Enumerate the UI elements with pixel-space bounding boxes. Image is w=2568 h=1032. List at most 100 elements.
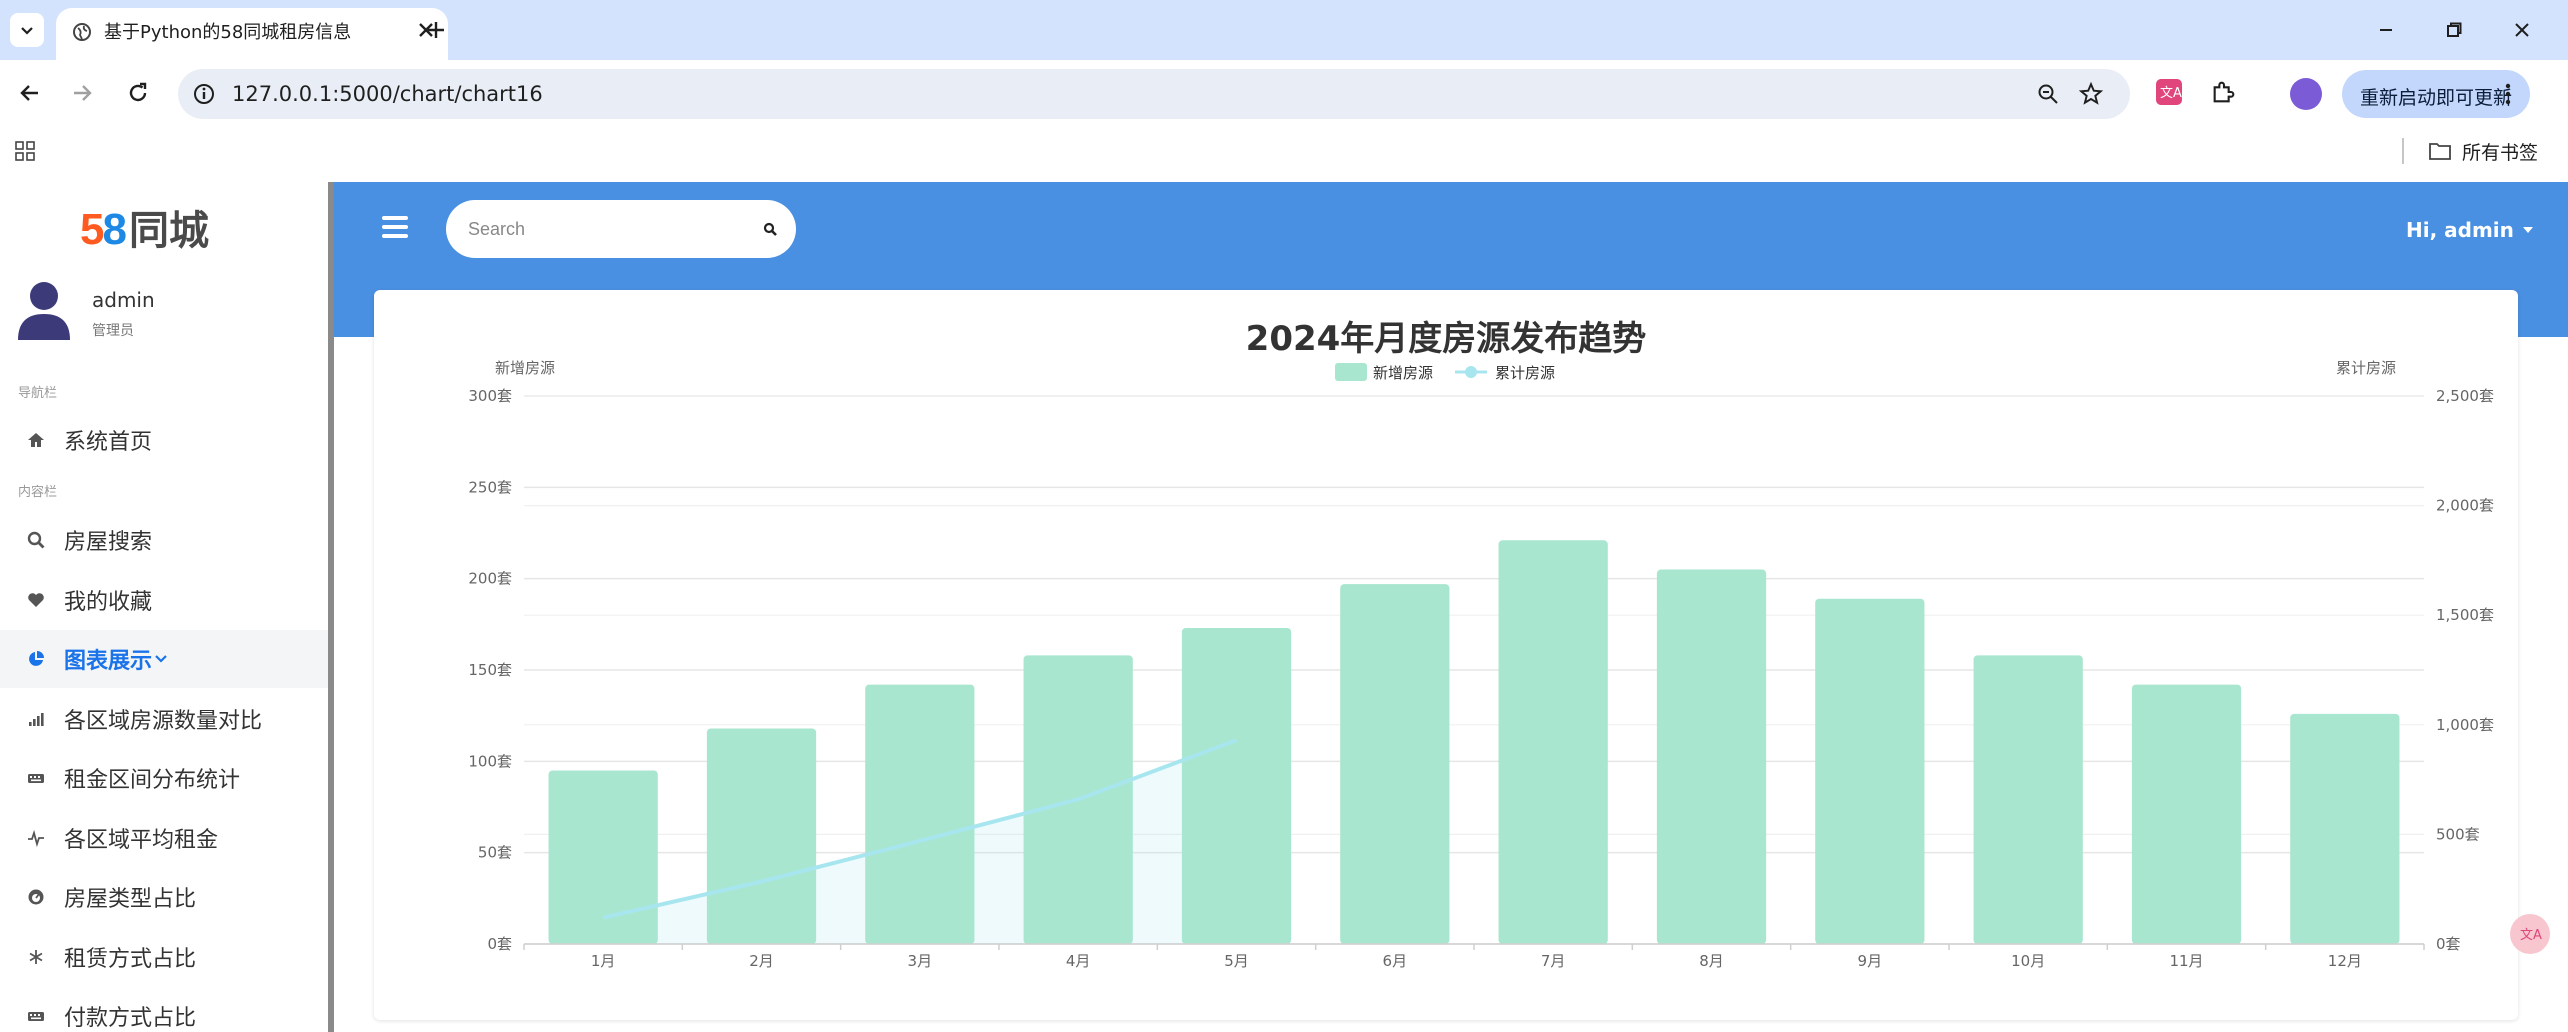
bar-signal-icon	[29, 713, 44, 726]
search-button[interactable]	[758, 217, 782, 241]
sidebar-item-district-count[interactable]: 各区域房源数量对比	[0, 690, 328, 748]
restore-button[interactable]	[2438, 14, 2470, 46]
y-tick-left: 50套	[478, 844, 512, 862]
bar[interactable]	[1973, 655, 2083, 944]
bar[interactable]	[2290, 713, 2400, 944]
menu-toggle-icon[interactable]	[382, 216, 408, 238]
arrow-left-icon	[20, 85, 38, 101]
x-tick-label: 4月	[1066, 952, 1091, 970]
sidebar-item-payment-type[interactable]: 付款方式占比	[0, 987, 328, 1032]
browser-tab-active[interactable]: 基于Python的58同城租房信息	[56, 8, 448, 60]
home-icon	[28, 433, 44, 447]
sidebar-item-avg-rent[interactable]: 各区域平均租金	[0, 809, 328, 867]
all-bookmarks-button[interactable]: 所有书签	[2428, 136, 2538, 166]
translate-icon: 文A	[2520, 928, 2542, 943]
window-close-button[interactable]	[2506, 14, 2538, 46]
asterisk-icon	[29, 950, 43, 964]
bar[interactable]	[1498, 540, 1608, 944]
browser-tab-strip: 基于Python的58同城租房信息	[0, 0, 2568, 60]
apps-grid-icon[interactable]	[14, 140, 36, 162]
bar[interactable]	[1340, 584, 1450, 944]
new-tab-plus-icon[interactable]	[420, 14, 452, 46]
close-icon	[2515, 23, 2529, 37]
avatar	[18, 282, 70, 340]
bar[interactable]	[706, 728, 817, 944]
chart-card: 2024年月度房源发布趋势 新增房源 累计房源 新增房源 累计房源 0套 50套 1…	[374, 290, 2518, 1020]
info-icon[interactable]	[192, 82, 216, 106]
legend-swatch-line-dot	[1465, 366, 1477, 378]
sidebar-item-lease-type[interactable]: 租赁方式占比	[0, 928, 328, 986]
y-tick-left: 0套	[487, 935, 512, 953]
sidebar-item-label: 各区域房源数量对比	[64, 709, 263, 734]
sidebar-item-label: 我的收藏	[64, 590, 153, 615]
floating-translate-button[interactable]: 文A	[2510, 914, 2550, 954]
x-tick-label: 10月	[2011, 952, 2045, 970]
legend-label-bar: 新增房源	[1373, 364, 1433, 382]
bar[interactable]	[865, 684, 975, 944]
minimize-icon	[2380, 29, 2392, 31]
chevron-down-icon	[21, 27, 33, 35]
x-tick-label: 8月	[1699, 952, 1724, 970]
translate-extension-icon[interactable]: 文A	[2156, 79, 2182, 105]
x-tick-label: 9月	[1858, 952, 1883, 970]
back-button[interactable]	[12, 75, 48, 111]
chevron-down-icon	[155, 655, 167, 663]
globe-icon	[73, 23, 91, 41]
gauge-icon	[28, 889, 44, 905]
x-tick-label: 3月	[908, 952, 933, 970]
caret-down-icon	[2522, 227, 2533, 233]
sidebar-item-rent-range[interactable]: 租金区间分布统计	[0, 749, 328, 807]
bar[interactable]	[1656, 569, 1767, 944]
browser-toolbar: 127.0.0.1:5000/chart/chart16 文A 重新启动即可更新	[0, 60, 2568, 130]
user-greeting: Hi, admin	[2406, 218, 2514, 242]
user-menu[interactable]: Hi, admin	[2406, 218, 2534, 242]
y-tick-right: 0套	[2436, 935, 2461, 953]
logo-digit-5: 5	[80, 205, 105, 254]
x-tick-label: 6月	[1383, 952, 1408, 970]
sidebar-item-label: 房屋搜索	[64, 530, 153, 555]
logo-number: 58	[80, 205, 127, 255]
section-label-content: 内容栏	[18, 485, 58, 500]
sidebar-item-house-search[interactable]: 房屋搜索	[0, 511, 328, 569]
pie-chart-icon	[29, 651, 44, 666]
sidebar-item-home[interactable]: 系统首页	[0, 411, 328, 469]
x-tick-label: 5月	[1224, 952, 1249, 970]
sidebar: 58 同城 admin 管理员 导航栏 系统首页 内容栏 房屋搜索 我的收藏 图…	[0, 182, 328, 1032]
y-tick-left: 300套	[468, 387, 512, 405]
bar[interactable]	[548, 770, 658, 944]
update-button[interactable]: 重新启动即可更新	[2342, 70, 2530, 118]
folder-icon	[2429, 143, 2451, 160]
zoom-icon[interactable]	[2036, 82, 2060, 106]
search-box	[446, 200, 796, 258]
sidebar-item-house-type[interactable]: 房屋类型占比	[0, 868, 328, 926]
profile-avatar[interactable]	[2290, 78, 2322, 110]
sidebar-item-label: 图表展示	[64, 649, 153, 674]
search-input[interactable]	[468, 214, 738, 244]
translate-icon: 文A	[2160, 86, 2182, 101]
all-bookmarks-label: 所有书签	[2462, 141, 2539, 164]
legend-swatch-bar[interactable]	[1335, 363, 1367, 381]
logo-digit-8: 8	[102, 205, 127, 254]
sidebar-item-favorites[interactable]: 我的收藏	[0, 571, 328, 629]
tab-search-button[interactable]	[10, 13, 44, 47]
url-text[interactable]: 127.0.0.1:5000/chart/chart16	[232, 82, 543, 106]
bookmark-star-icon[interactable]	[2078, 81, 2104, 107]
svg-text:文A: 文A	[2520, 928, 2542, 943]
address-bar[interactable]: 127.0.0.1:5000/chart/chart16	[178, 69, 2130, 119]
y-tick-left: 250套	[468, 478, 512, 496]
extensions-puzzle-icon[interactable]	[2210, 78, 2238, 106]
y-tick-left: 100套	[468, 752, 512, 770]
bar[interactable]	[1815, 598, 1925, 944]
sidebar-item-charts[interactable]: 图表展示	[0, 630, 328, 688]
minimize-button[interactable]	[2370, 14, 2402, 46]
bar[interactable]	[1181, 627, 1292, 944]
y-tick-left: 200套	[468, 570, 512, 588]
bar[interactable]	[2131, 684, 2242, 944]
sidebar-item-label: 租金区间分布统计	[64, 768, 241, 793]
forward-button[interactable]	[64, 75, 100, 111]
restore-icon	[2447, 22, 2462, 37]
sidebar-item-label: 各区域平均租金	[64, 828, 219, 853]
reload-button[interactable]	[120, 75, 156, 111]
y-tick-left: 150套	[468, 661, 512, 679]
y-tick-right: 2,000套	[2436, 497, 2494, 515]
